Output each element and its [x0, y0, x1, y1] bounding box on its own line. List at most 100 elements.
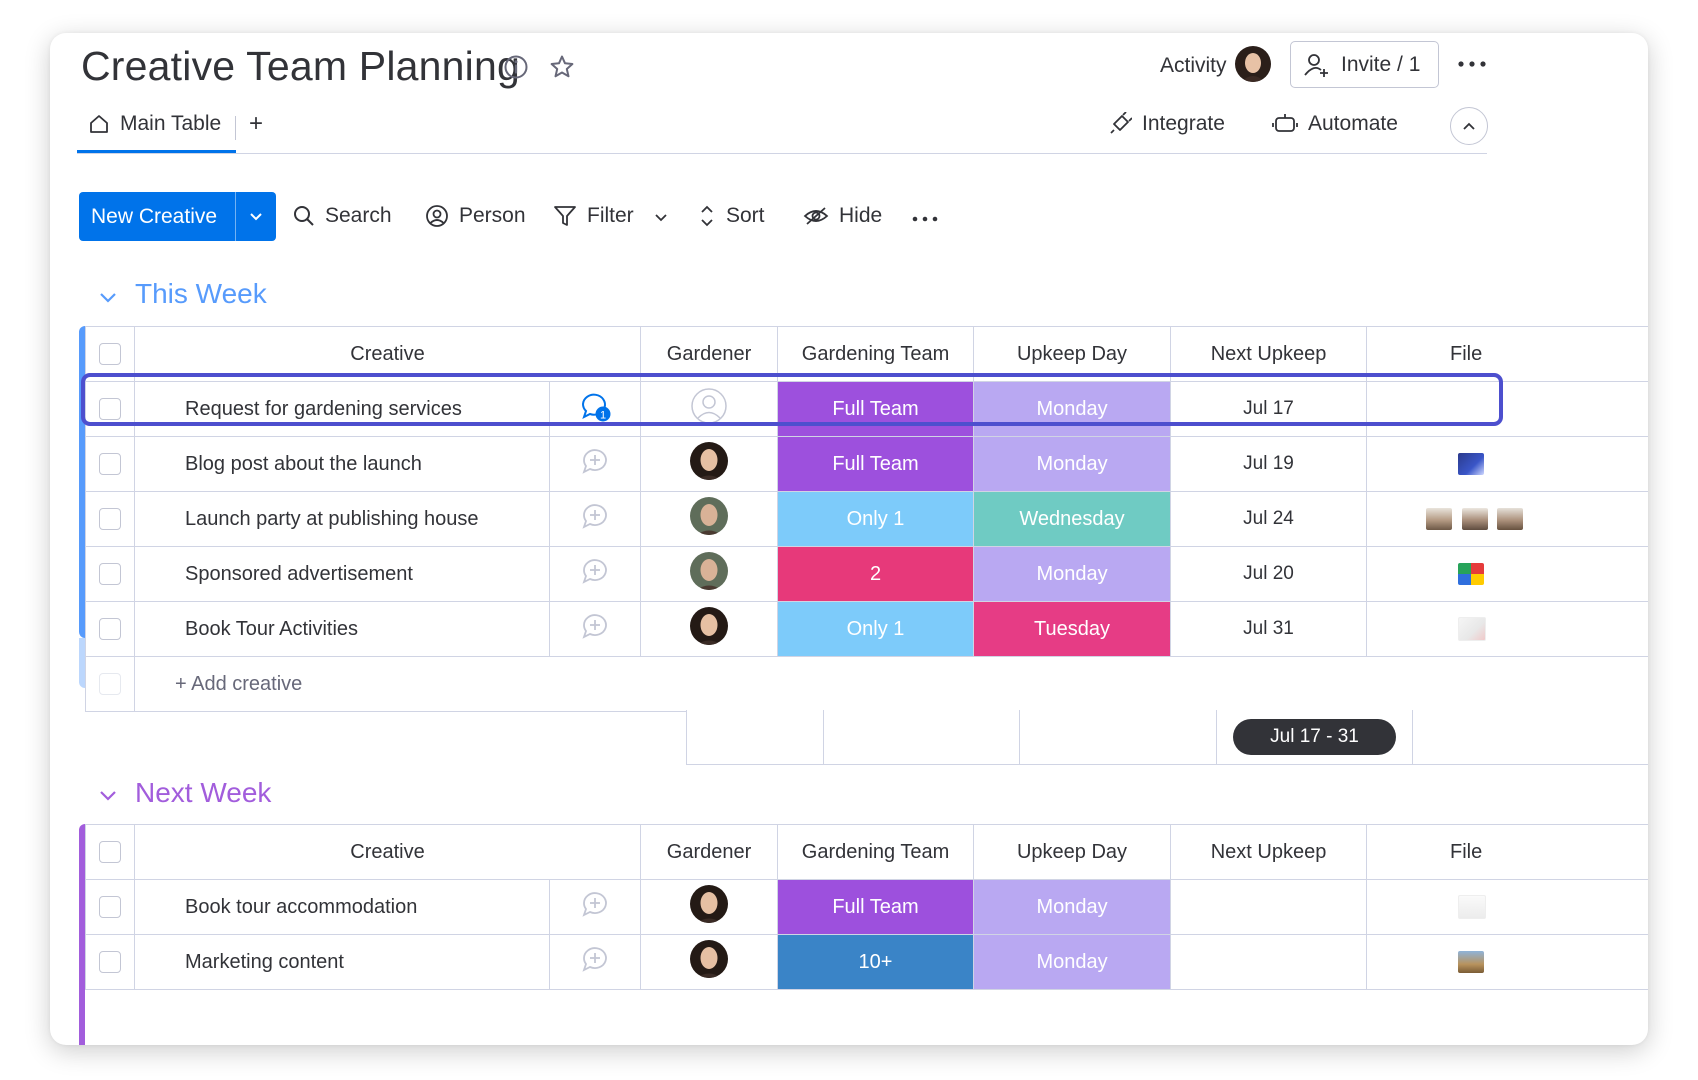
- file-thumbnail[interactable]: [1458, 895, 1487, 919]
- file-cell[interactable]: [1366, 381, 1648, 437]
- row-checkbox[interactable]: [99, 896, 121, 919]
- next-upkeep-date[interactable]: Jul 17: [1170, 381, 1368, 437]
- next-upkeep-date[interactable]: [1170, 934, 1368, 990]
- updates-cell[interactable]: [548, 491, 642, 547]
- add-item-input[interactable]: + Add creative: [133, 656, 1648, 712]
- gardening-team-status[interactable]: Only 1: [777, 601, 975, 657]
- info-icon[interactable]: [502, 53, 530, 81]
- gardener-cell[interactable]: [640, 601, 779, 657]
- item-name[interactable]: Book Tour Activities: [134, 601, 550, 657]
- avatar[interactable]: [690, 552, 729, 590]
- table-row[interactable]: Book Tour Activities Only 1 Tuesday Jul …: [85, 601, 1648, 657]
- add-update-icon[interactable]: [580, 556, 610, 586]
- group-collapse-icon[interactable]: [97, 287, 119, 309]
- updates-cell[interactable]: [548, 934, 642, 990]
- gardener-cell[interactable]: [640, 436, 779, 492]
- gardening-team-status[interactable]: Full Team: [777, 436, 975, 492]
- upkeep-day-status[interactable]: Monday: [973, 934, 1172, 990]
- add-update-icon[interactable]: [580, 501, 610, 531]
- file-thumbnail[interactable]: [1458, 951, 1485, 974]
- activity-avatar[interactable]: [1235, 46, 1271, 82]
- gardening-team-status[interactable]: Full Team: [777, 879, 975, 935]
- table-row[interactable]: Book tour accommodation Full Team Monday: [85, 879, 1648, 935]
- add-view-button[interactable]: +: [249, 110, 263, 138]
- file-cell[interactable]: [1366, 546, 1648, 602]
- row-checkbox[interactable]: [99, 951, 121, 974]
- board-title[interactable]: Creative Team Planning: [81, 43, 520, 90]
- gardener-cell[interactable]: [640, 381, 779, 437]
- sort-button[interactable]: Sort: [698, 204, 765, 228]
- gardening-team-status[interactable]: 10+: [777, 934, 975, 990]
- file-cell[interactable]: [1366, 491, 1648, 547]
- search-button[interactable]: Search: [293, 204, 392, 228]
- activity-label[interactable]: Activity: [1160, 54, 1227, 78]
- upkeep-day-status[interactable]: Monday: [973, 381, 1172, 437]
- row-checkbox[interactable]: [99, 508, 121, 531]
- automate-button[interactable]: Automate: [1272, 112, 1398, 136]
- group-title-this-week[interactable]: This Week: [135, 278, 267, 310]
- new-creative-button[interactable]: New Creative: [79, 192, 276, 241]
- next-upkeep-date[interactable]: Jul 19: [1170, 436, 1368, 492]
- update-bubble-icon[interactable]: 1: [578, 389, 612, 423]
- column-header-file[interactable]: File: [1366, 326, 1648, 382]
- gardener-cell[interactable]: [640, 879, 779, 935]
- item-name[interactable]: Book tour accommodation: [134, 879, 550, 935]
- row-select-cell[interactable]: [85, 436, 135, 492]
- column-header-gardener[interactable]: Gardener: [640, 824, 779, 880]
- file-cell[interactable]: [1366, 436, 1648, 492]
- column-header-gardening-team[interactable]: Gardening Team: [777, 326, 975, 382]
- next-upkeep-date[interactable]: Jul 31: [1170, 601, 1368, 657]
- item-name[interactable]: Sponsored advertisement: [134, 546, 550, 602]
- new-creative-dropdown[interactable]: [236, 212, 276, 222]
- add-update-icon[interactable]: [580, 611, 610, 641]
- column-header-next-upkeep[interactable]: Next Upkeep: [1170, 824, 1368, 880]
- updates-cell[interactable]: [548, 436, 642, 492]
- gardening-team-status[interactable]: Only 1: [777, 491, 975, 547]
- file-thumbnail[interactable]: [1461, 508, 1488, 531]
- file-cell[interactable]: [1366, 601, 1648, 657]
- row-select-cell[interactable]: [85, 879, 135, 935]
- updates-cell[interactable]: [548, 546, 642, 602]
- upkeep-day-status[interactable]: Monday: [973, 879, 1172, 935]
- gardener-cell[interactable]: [640, 546, 779, 602]
- file-thumbnail[interactable]: [1458, 453, 1485, 476]
- column-header-next-upkeep[interactable]: Next Upkeep: [1170, 326, 1368, 382]
- star-icon[interactable]: [547, 52, 577, 82]
- row-checkbox[interactable]: [99, 398, 121, 421]
- file-cell[interactable]: [1366, 879, 1648, 935]
- row-checkbox[interactable]: [99, 453, 121, 476]
- row-checkbox[interactable]: [99, 563, 121, 586]
- column-header-gardener[interactable]: Gardener: [640, 326, 779, 382]
- select-all-cell[interactable]: [85, 824, 135, 880]
- row-select-cell[interactable]: [85, 381, 135, 437]
- next-upkeep-date[interactable]: Jul 24: [1170, 491, 1368, 547]
- upkeep-day-status[interactable]: Tuesday: [973, 601, 1172, 657]
- add-update-icon[interactable]: [580, 889, 610, 919]
- file-thumbnail[interactable]: [1458, 563, 1485, 586]
- toolbar-more-icon[interactable]: [910, 211, 940, 227]
- updates-cell[interactable]: 1: [548, 381, 642, 437]
- column-header-file[interactable]: File: [1366, 824, 1648, 880]
- collapse-header-button[interactable]: [1450, 107, 1488, 145]
- column-header-creative[interactable]: Creative: [133, 824, 642, 880]
- group-title-next-week[interactable]: Next Week: [135, 777, 271, 809]
- gardening-team-status[interactable]: Full Team: [777, 381, 975, 437]
- select-all-cell[interactable]: [85, 326, 135, 382]
- add-update-icon[interactable]: [580, 944, 610, 974]
- avatar[interactable]: [690, 497, 729, 535]
- table-row[interactable]: Launch party at publishing house Only 1 …: [85, 491, 1648, 547]
- gardener-cell[interactable]: [640, 934, 779, 990]
- file-thumbnail[interactable]: [1497, 508, 1524, 531]
- row-checkbox[interactable]: [99, 618, 121, 641]
- table-row[interactable]: Marketing content 10+ Monday: [85, 934, 1648, 990]
- tab-main-table[interactable]: Main Table: [88, 112, 221, 136]
- upkeep-day-status[interactable]: Monday: [973, 546, 1172, 602]
- integrate-button[interactable]: Integrate: [1108, 112, 1225, 136]
- item-name[interactable]: Request for gardening services: [134, 381, 550, 437]
- column-header-gardening-team[interactable]: Gardening Team: [777, 824, 975, 880]
- avatar[interactable]: [690, 885, 729, 923]
- empty-person-icon[interactable]: [690, 387, 728, 425]
- column-header-upkeep-day[interactable]: Upkeep Day: [973, 326, 1172, 382]
- item-name[interactable]: Launch party at publishing house: [134, 491, 550, 547]
- filter-dropdown[interactable]: [649, 208, 673, 228]
